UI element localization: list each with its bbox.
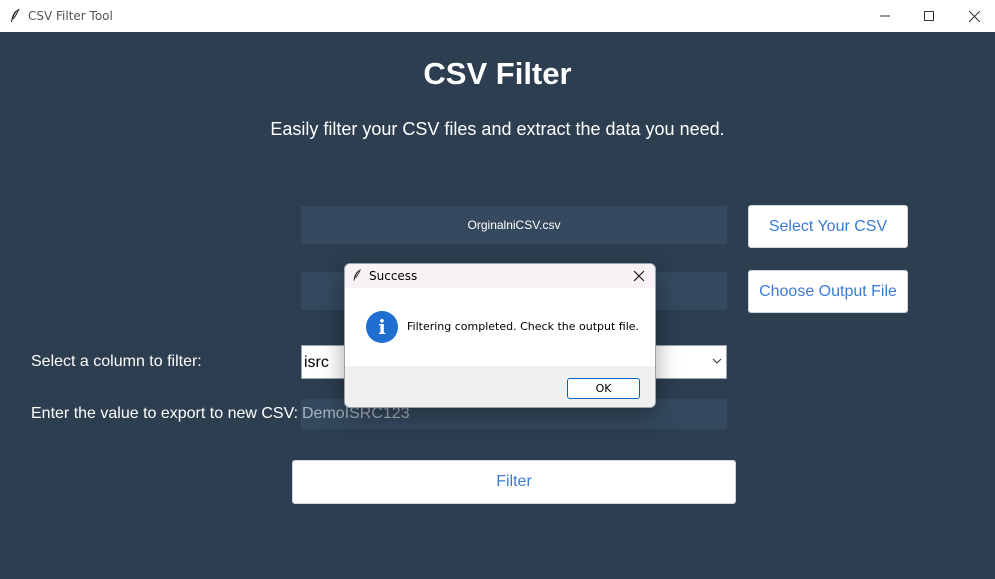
filter-button[interactable]: Filter bbox=[292, 460, 736, 504]
input-file-path: OrginalniCSV.csv bbox=[301, 206, 727, 244]
column-label: Select a column to filter: bbox=[31, 353, 202, 370]
close-button[interactable] bbox=[951, 0, 995, 32]
ok-button[interactable]: OK bbox=[567, 378, 640, 399]
dialog-title: Success bbox=[369, 269, 418, 283]
maximize-icon bbox=[924, 11, 934, 21]
dialog-body: i Filtering completed. Check the output … bbox=[345, 288, 655, 366]
maximize-button[interactable] bbox=[906, 0, 952, 32]
minimize-icon bbox=[880, 15, 890, 17]
feather-icon bbox=[353, 269, 361, 281]
column-select-value: isrc bbox=[304, 354, 329, 371]
close-icon[interactable] bbox=[632, 269, 646, 283]
dialog-footer: OK bbox=[345, 366, 655, 407]
feather-icon bbox=[11, 8, 20, 22]
page-subtitle: Easily filter your CSV files and extract… bbox=[270, 119, 725, 139]
window-title: CSV Filter Tool bbox=[28, 9, 113, 23]
chevron-down-icon bbox=[712, 358, 722, 364]
close-icon bbox=[968, 10, 980, 22]
dialog-message: Filtering completed. Check the output fi… bbox=[407, 320, 640, 333]
dialog-titlebar: Success bbox=[345, 264, 655, 288]
choose-output-button[interactable]: Choose Output File bbox=[748, 270, 908, 313]
page-title: CSV Filter bbox=[423, 56, 572, 91]
minimize-button[interactable] bbox=[862, 0, 908, 32]
window-titlebar: CSV Filter Tool bbox=[0, 0, 995, 32]
success-dialog: Success i Filtering completed. Check the… bbox=[344, 263, 656, 408]
select-csv-button[interactable]: Select Your CSV bbox=[748, 205, 908, 248]
info-icon: i bbox=[366, 311, 398, 343]
value-label: Enter the value to export to new CSV: bbox=[31, 405, 299, 422]
